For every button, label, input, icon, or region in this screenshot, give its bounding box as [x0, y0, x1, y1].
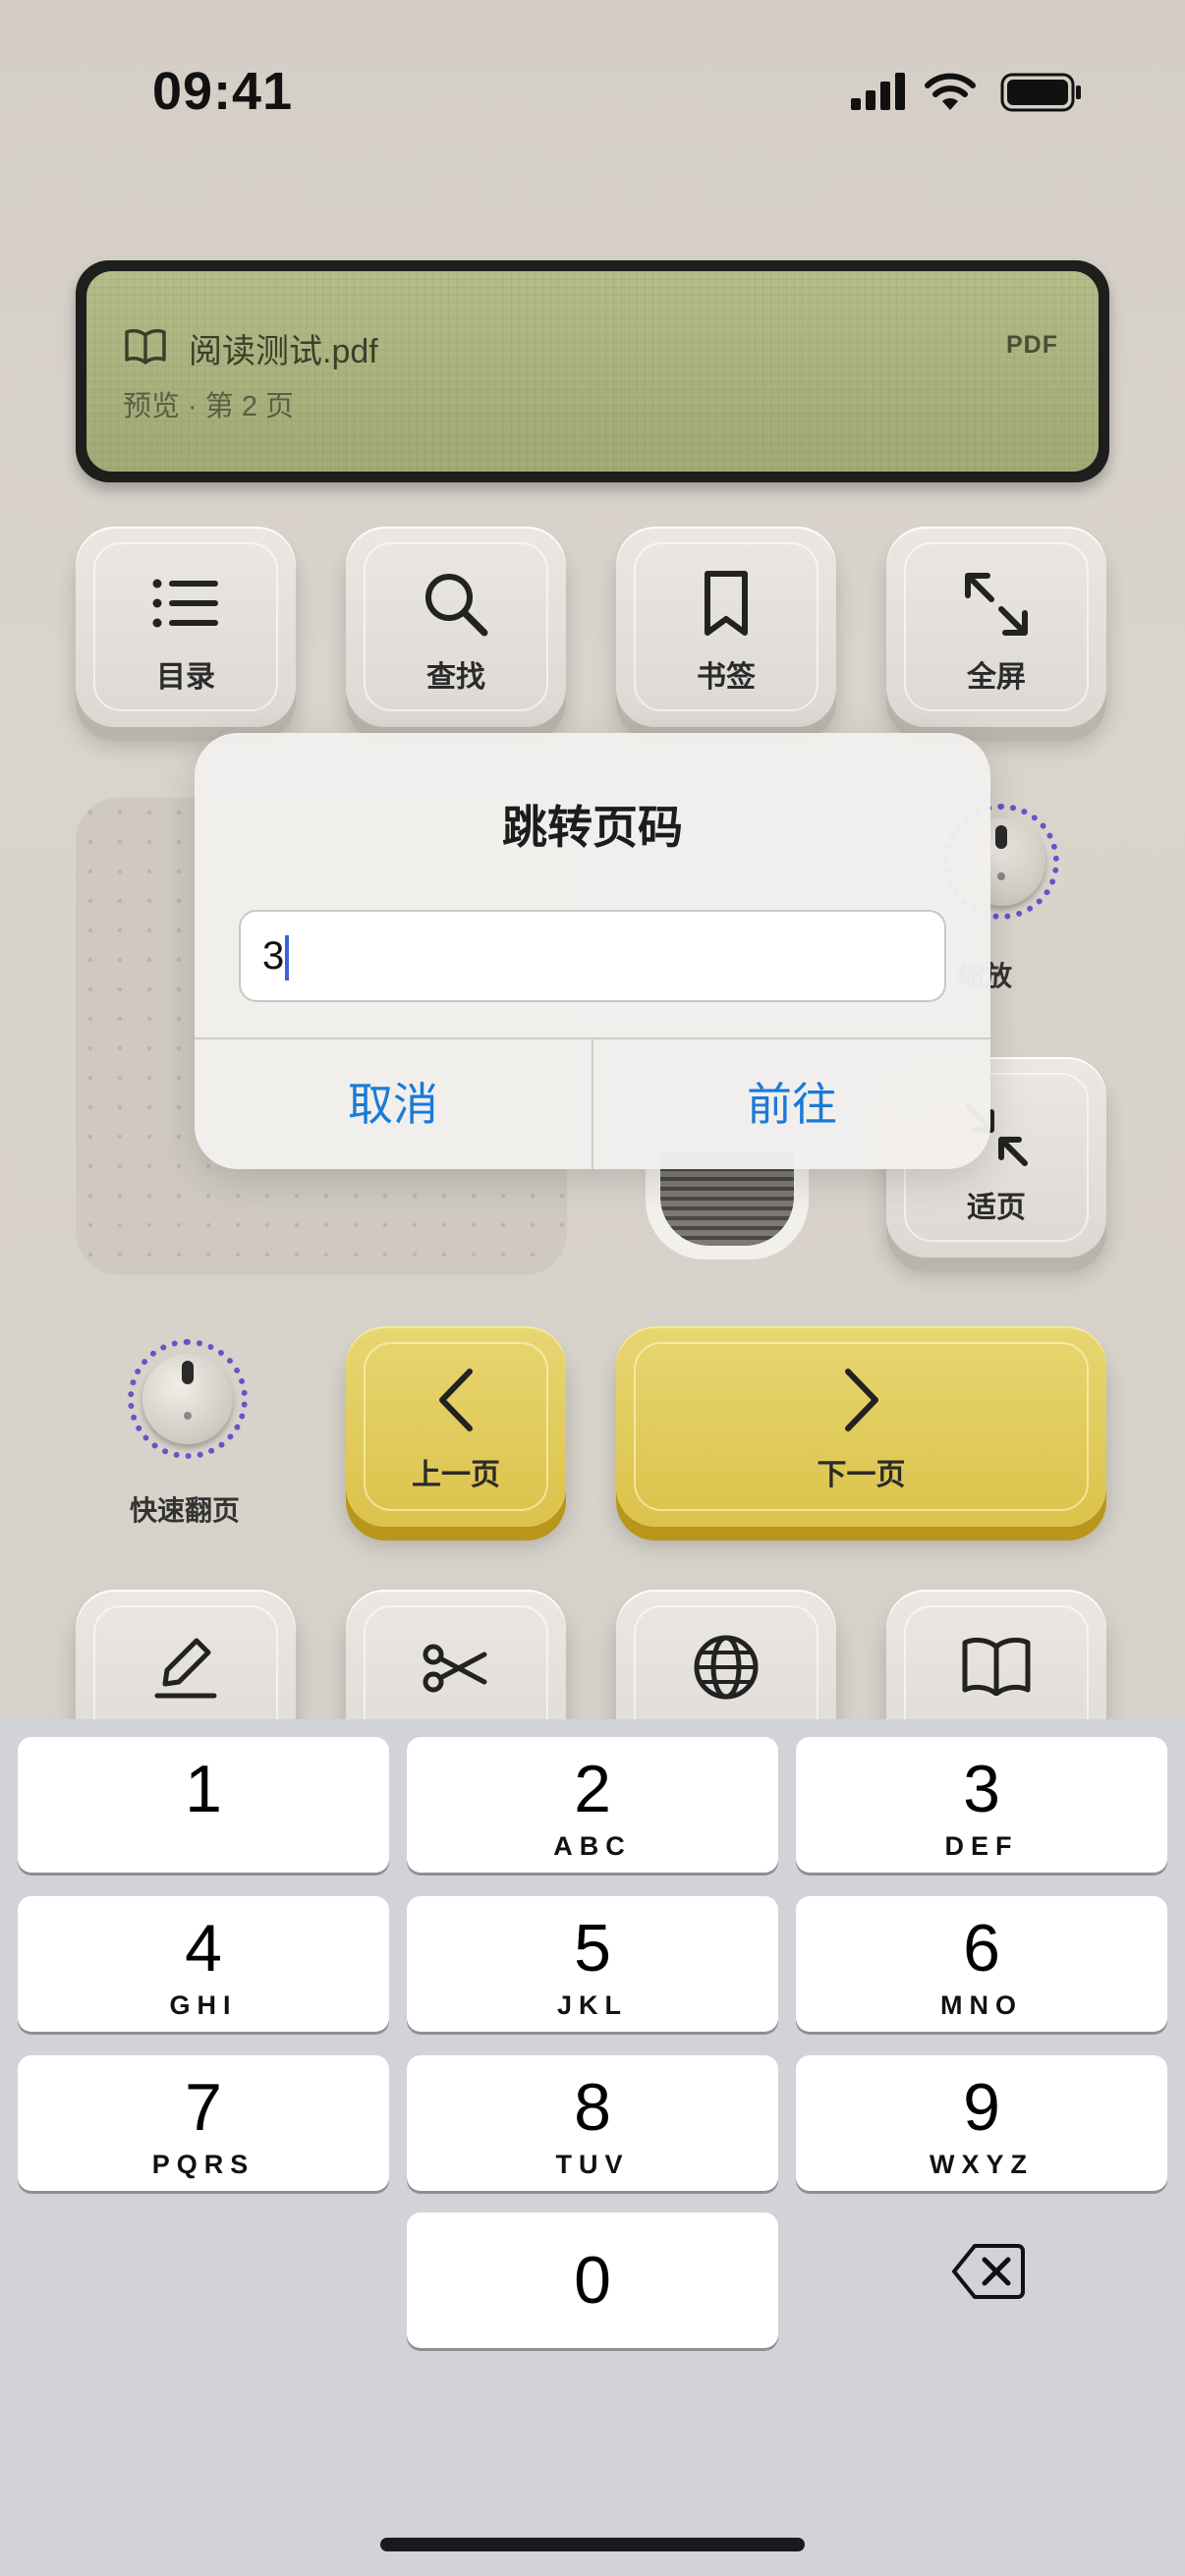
- key-9[interactable]: 9 WXYZ: [796, 2055, 1167, 2191]
- page-number-input[interactable]: 3: [239, 910, 946, 1002]
- key-letters: DEF: [944, 1831, 1019, 1861]
- fast-flip-label: 快速翻页: [130, 1495, 241, 1526]
- key-digit: 8: [574, 2070, 611, 2145]
- key-digit: 9: [963, 2070, 1000, 2145]
- key-digit: 0: [574, 2243, 611, 2318]
- bookmark-icon: [705, 571, 748, 636]
- key-digit: 4: [185, 1911, 222, 1986]
- backspace-icon[interactable]: [951, 2242, 1026, 2301]
- key-7[interactable]: 7 PQRS: [18, 2055, 389, 2191]
- key-letters: JKL: [556, 1990, 628, 2020]
- home-indicator[interactable]: [380, 2538, 805, 2551]
- key-digit: 7: [185, 2070, 222, 2145]
- search-button[interactable]: 查找: [346, 527, 566, 727]
- key-digit: 3: [963, 1752, 1000, 1826]
- key-6[interactable]: 6 MNO: [796, 1896, 1167, 2032]
- key-digit: 5: [574, 1911, 611, 1986]
- next-page-button[interactable]: 下一页: [616, 1326, 1106, 1527]
- next-page-label: 下一页: [817, 1459, 906, 1491]
- bookmark-button[interactable]: 书签: [616, 527, 836, 727]
- key-2[interactable]: 2 ABC: [407, 1737, 778, 1873]
- status-time: 09:41: [152, 62, 294, 121]
- key-letters: ABC: [553, 1831, 632, 1861]
- page-number-value: 3: [262, 934, 285, 978]
- key-letters: WXYZ: [930, 2150, 1034, 2179]
- book-icon: [962, 1637, 1031, 1696]
- list-icon: [152, 579, 218, 628]
- key-5[interactable]: 5 JKL: [407, 1896, 778, 2032]
- text-caret: [285, 935, 290, 981]
- key-digit: 6: [963, 1911, 1000, 1986]
- globe-icon: [694, 1635, 759, 1700]
- dialog-title: 跳转页码: [502, 802, 683, 853]
- key-letters: MNO: [940, 1990, 1023, 2020]
- document-title: 阅读测试.pdf: [189, 333, 378, 370]
- fit-page-label: 适页: [967, 1192, 1026, 1224]
- prev-page-button[interactable]: 上一页: [346, 1326, 566, 1527]
- key-3[interactable]: 3 DEF: [796, 1737, 1167, 1873]
- status-icons: [847, 73, 1083, 116]
- book-open-icon: [125, 329, 166, 364]
- search-icon: [425, 574, 488, 637]
- key-1[interactable]: 1: [18, 1737, 389, 1873]
- key-letters: GHI: [169, 1990, 238, 2020]
- key-letters: PQRS: [151, 2150, 255, 2179]
- go-button[interactable]: 前往: [593, 1039, 990, 1169]
- prev-page-label: 上一页: [412, 1459, 500, 1491]
- fullscreen-label: 全屏: [967, 661, 1026, 694]
- expand-icon: [965, 573, 1028, 636]
- wifi-icon: [925, 73, 976, 110]
- numeric-keypad: 1 2 ABC 3 DEF 4 GHI 5 JKL 6 MNO 7 PQRS 8 TUV 9 W…: [0, 1719, 1185, 2576]
- document-page-status: 预览 · 第 2 页: [123, 391, 295, 422]
- cancel-button[interactable]: 取消: [195, 1039, 592, 1169]
- key-8[interactable]: 8 TUV: [407, 2055, 778, 2191]
- fast-flip-knob[interactable]: [128, 1339, 248, 1459]
- key-letters: TUV: [555, 2150, 630, 2179]
- bookmark-label: 书签: [697, 661, 756, 694]
- key-digit: 1: [185, 1752, 222, 1826]
- signal-icon: [851, 73, 905, 110]
- chevron-right-icon: [844, 1369, 878, 1431]
- key-0[interactable]: 0: [407, 2212, 778, 2348]
- toc-label: 目录: [156, 661, 215, 694]
- key-digit: 2: [574, 1752, 611, 1826]
- battery-icon: [1000, 73, 1081, 112]
- toc-button[interactable]: 目录: [76, 527, 296, 727]
- search-label: 查找: [426, 661, 485, 694]
- scissors-icon: [423, 1644, 487, 1693]
- pencil-icon: [154, 1638, 217, 1699]
- chevron-left-icon: [439, 1369, 473, 1431]
- key-4[interactable]: 4 GHI: [18, 1896, 389, 2032]
- fullscreen-button[interactable]: 全屏: [886, 527, 1106, 727]
- file-type-badge: PDF: [1006, 331, 1058, 359]
